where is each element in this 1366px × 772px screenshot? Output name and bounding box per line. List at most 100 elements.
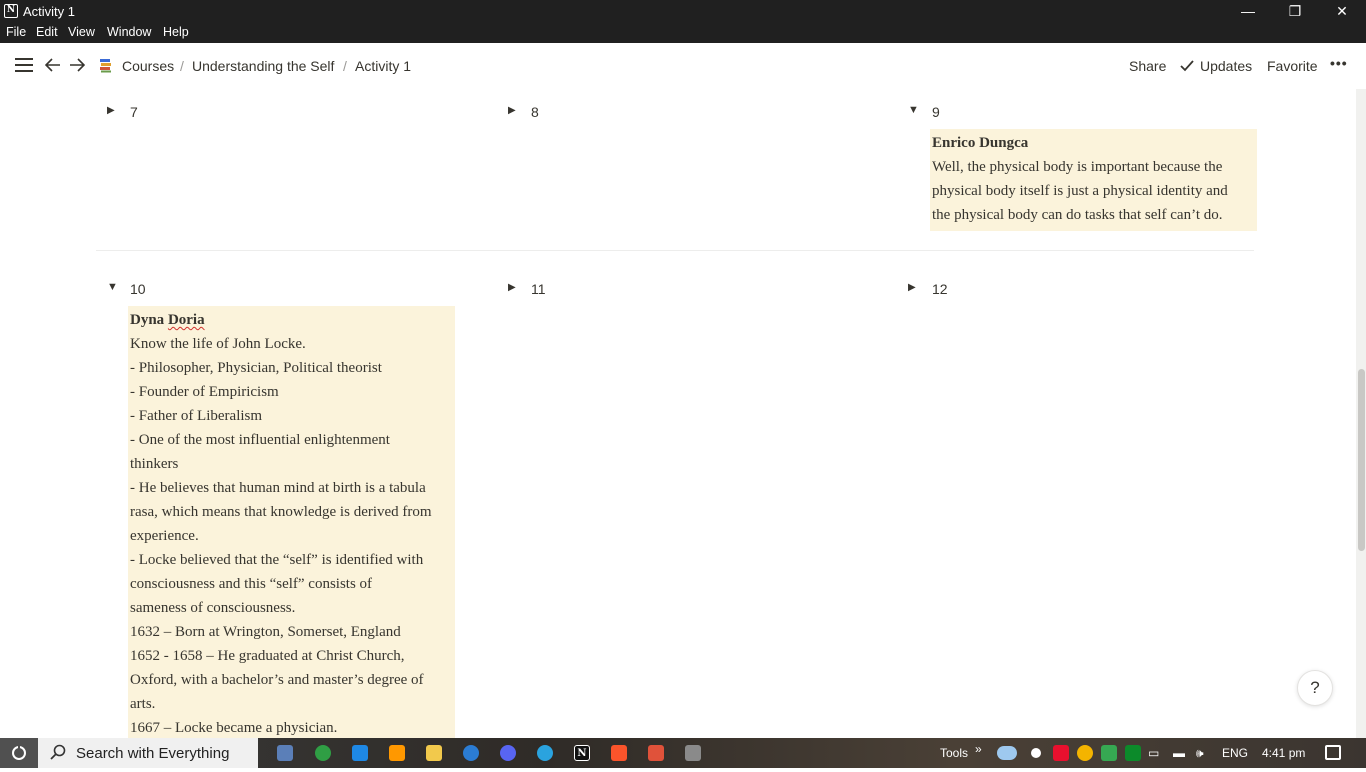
toggle-arrow-collapsed-icon[interactable]: ▶ <box>908 282 916 293</box>
search-icon <box>50 744 66 764</box>
file-explorer-icon[interactable] <box>426 745 442 761</box>
note-line: physical body itself is just a physical … <box>932 183 1228 199</box>
note-line: 1667 – Locke became a physician. <box>130 720 338 736</box>
toggle-arrow-expanded-icon[interactable]: ▼ <box>107 281 118 293</box>
note-line: - Father of Liberalism <box>130 408 263 424</box>
note-line: - He believes that human mind at birth i… <box>130 480 426 496</box>
breadcrumb-separator: / <box>343 58 347 74</box>
note-line: - Philosopher, Physician, Political theo… <box>130 360 382 376</box>
taskbar-search[interactable]: Search with Everything <box>38 738 258 768</box>
explorer-app-icon[interactable] <box>277 745 293 761</box>
breadcrumb-understanding-the-self[interactable]: Understanding the Self <box>192 58 334 74</box>
back-arrow-icon[interactable] <box>44 57 61 76</box>
note-line: sameness of consciousness. <box>130 600 296 616</box>
note-line: Well, the physical body is important bec… <box>932 159 1223 175</box>
toggle-label-8[interactable]: 8 <box>531 104 539 120</box>
note-line: consciousness and this “self” consists o… <box>130 576 373 592</box>
menu-bar: File Edit View Window Help <box>0 23 1366 43</box>
menu-window[interactable]: Window <box>107 25 151 39</box>
books-icon <box>99 58 113 73</box>
restore-button[interactable]: ❐ <box>1272 0 1318 23</box>
breadcrumb-courses[interactable]: Courses <box>122 58 174 74</box>
toggle-label-11[interactable]: 11 <box>531 281 546 297</box>
note-line: - Locke believed that the “self” is iden… <box>130 552 424 568</box>
page-content: ▶ 7 ▶ 8 ▼ 9 Enrico Dungca Well, the phys… <box>0 89 1366 738</box>
note-line: 1652 - 1658 – He graduated at Christ Chu… <box>130 648 405 664</box>
photos-icon[interactable] <box>685 745 701 761</box>
sublime-icon[interactable] <box>389 745 405 761</box>
note-line: the physical body can do tasks that self… <box>932 207 1223 223</box>
adobe-icon[interactable] <box>1053 745 1069 761</box>
note-line: - One of the most influential enlightenm… <box>130 432 390 448</box>
breadcrumb-activity-1[interactable]: Activity 1 <box>355 58 411 74</box>
menu-file[interactable]: File <box>6 25 26 39</box>
windows-taskbar: Search with Everything N Tools » ▭ ▬ 🕪 E… <box>0 738 1366 768</box>
forward-arrow-icon[interactable] <box>69 57 86 76</box>
notifications-icon[interactable] <box>1325 745 1341 760</box>
toggle-label-12[interactable]: 12 <box>932 281 948 297</box>
notion-taskbar-icon[interactable]: N <box>574 745 590 761</box>
note-author: Enrico Dungca <box>932 135 1029 151</box>
drive-icon[interactable] <box>1101 745 1117 761</box>
onedrive-icon[interactable] <box>997 746 1017 760</box>
breadcrumb-separator: / <box>180 58 184 74</box>
favorite-button[interactable]: Favorite <box>1267 58 1318 74</box>
note-line: arts. <box>130 696 156 712</box>
note-block-10[interactable]: Dyna Doria Know the life of John Locke. … <box>128 306 455 738</box>
note-author-first: Dyna <box>130 312 165 328</box>
note-author: Dyna Doria <box>130 308 453 332</box>
page-topbar: Courses / Understanding the Self / Activ… <box>0 43 1366 89</box>
note-line: Know the life of John Locke. <box>130 336 306 352</box>
window-titlebar: N Activity 1 — ❐ ✕ <box>0 0 1366 23</box>
language-indicator[interactable]: ENG <box>1222 746 1248 760</box>
search-label: Search with Everything <box>76 745 230 762</box>
toggle-label-7[interactable]: 7 <box>130 104 138 120</box>
minimize-button[interactable]: — <box>1225 0 1271 23</box>
volume-icon[interactable]: 🕪 <box>1196 746 1204 761</box>
menu-view[interactable]: View <box>68 25 95 39</box>
brave-beta-icon[interactable] <box>648 745 664 761</box>
note-line: Oxford, with a bachelor’s and master’s d… <box>130 672 424 688</box>
edge-icon[interactable] <box>463 745 479 761</box>
menu-help[interactable]: Help <box>163 25 189 39</box>
note-author-last: Doria <box>167 312 205 328</box>
toggle-label-9[interactable]: 9 <box>932 104 940 120</box>
note-line: experience. <box>130 528 199 544</box>
brave-icon[interactable] <box>611 745 627 761</box>
sidebar-toggle-icon[interactable] <box>15 58 33 72</box>
vscode-icon[interactable] <box>352 745 368 761</box>
green-app-icon[interactable] <box>315 745 331 761</box>
window-title: Activity 1 <box>23 4 76 19</box>
note-line: thinkers <box>130 456 179 472</box>
nvidia-icon[interactable] <box>1125 745 1141 761</box>
telegram-icon[interactable] <box>537 745 553 761</box>
help-button[interactable]: ? <box>1297 670 1333 706</box>
tools-label[interactable]: Tools <box>940 746 968 760</box>
toggle-arrow-expanded-icon[interactable]: ▼ <box>908 104 919 116</box>
chevron-right-icon[interactable]: » <box>975 742 982 756</box>
clock[interactable]: 4:41 pm <box>1262 746 1305 760</box>
network-icon[interactable]: ▭ <box>1148 746 1159 760</box>
notion-app-icon: N <box>4 4 18 18</box>
chrome-icon[interactable] <box>1077 745 1093 761</box>
battery-icon[interactable]: ▬ <box>1173 746 1185 760</box>
note-line: - Founder of Empiricism <box>130 384 279 400</box>
toggle-arrow-collapsed-icon[interactable]: ▶ <box>508 105 516 116</box>
menu-edit[interactable]: Edit <box>36 25 58 39</box>
share-button[interactable]: Share <box>1129 58 1166 74</box>
discord-icon[interactable] <box>500 745 516 761</box>
scrollbar-thumb[interactable] <box>1358 369 1365 551</box>
toggle-arrow-collapsed-icon[interactable]: ▶ <box>508 282 516 293</box>
more-options-button[interactable]: ••• <box>1330 55 1348 71</box>
vertical-scrollbar[interactable] <box>1356 89 1366 738</box>
note-line: 1632 – Born at Wrington, Somerset, Engla… <box>130 624 401 640</box>
close-button[interactable]: ✕ <box>1319 0 1365 23</box>
toggle-label-10[interactable]: 10 <box>130 281 146 297</box>
row-divider <box>96 250 1254 251</box>
record-icon[interactable] <box>1031 748 1041 758</box>
updates-button[interactable]: Updates <box>1200 58 1252 74</box>
toggle-arrow-collapsed-icon[interactable]: ▶ <box>107 105 115 116</box>
check-icon <box>1180 59 1194 75</box>
start-button[interactable] <box>0 738 38 768</box>
note-block-9[interactable]: Enrico Dungca Well, the physical body is… <box>930 129 1257 231</box>
